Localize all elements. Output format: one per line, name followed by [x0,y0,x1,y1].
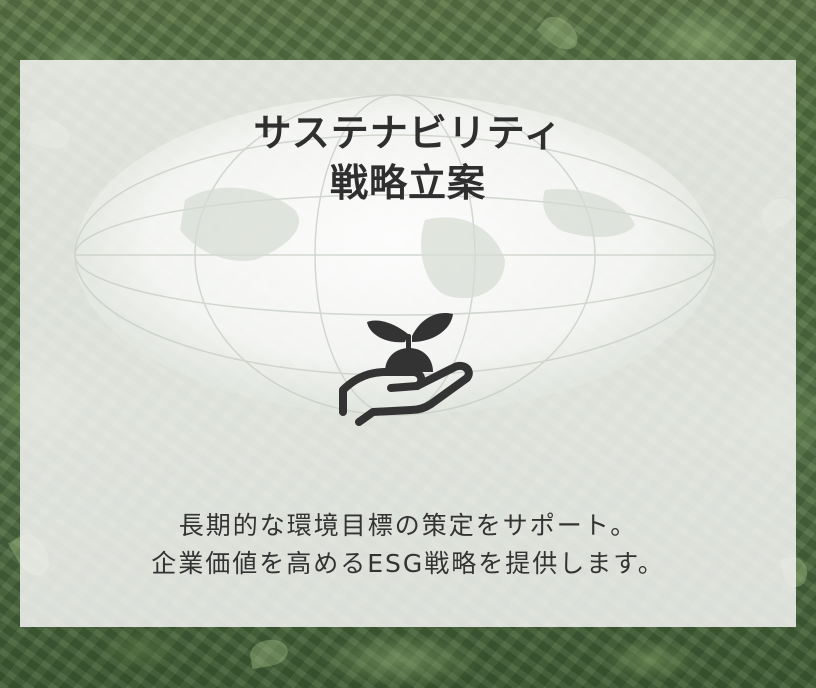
service-card: サステナビリティ 戦略立案 長期的な環境目標の策定をサポート。 企業価値を高める… [20,60,796,627]
card-description-line-1: 長期的な環境目標の策定をサポート。 [178,511,638,540]
card-title: サステナビリティ 戦略立案 [20,108,796,208]
card-description-line-2: 企業価値を高めるESG戦略を提供します。 [151,549,665,578]
card-description: 長期的な環境目標の策定をサポート。 企業価値を高めるESG戦略を提供します。 [20,507,796,583]
sprout-in-hand-icon [339,312,473,426]
card-title-line-2: 戦略立案 [329,161,486,205]
card-title-line-1: サステナビリティ [253,111,563,155]
